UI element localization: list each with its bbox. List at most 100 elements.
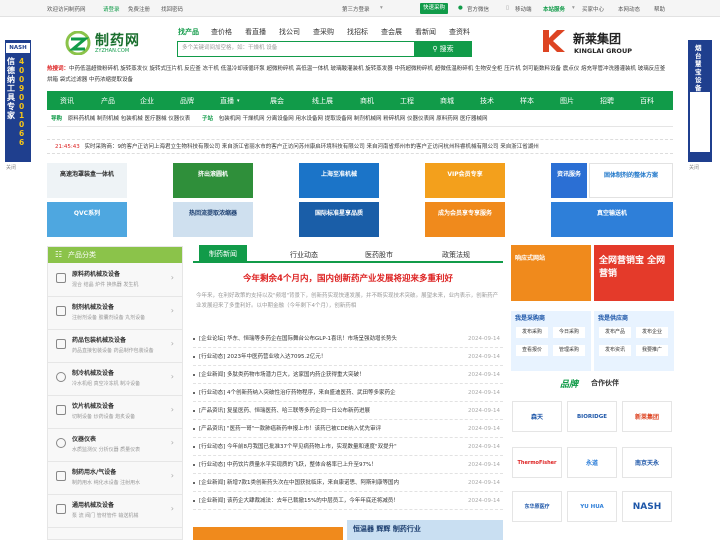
brand-logo-yuhua[interactable]: YU HUA — [567, 491, 617, 522]
category-item[interactable]: 制冷机械及设备 冷水机组 真空冷冻机 制冷设备 › — [48, 363, 182, 396]
news-title[interactable]: [产品资讯] "医药一哥"一款肺癌新药申报上市！该药已被CDE纳入优先审评 — [199, 420, 454, 438]
tab-industry[interactable]: 行业动态 — [290, 250, 318, 260]
third-party-login[interactable]: 第三方登录 — [342, 5, 370, 13]
left-ad-close[interactable]: 关闭 — [6, 164, 16, 171]
category-item-sub[interactable]: 注射剂设备 胶囊剂设备 丸剂设备 — [72, 314, 145, 321]
help-link[interactable]: 帮助 — [654, 5, 665, 13]
category-item[interactable]: 仪器仪表 水质监测仪 分析仪器 质量仪表 › — [48, 429, 182, 462]
list-item[interactable]: [行业动态] 今年前8月我国已批准37个罕见病药物上市，实现数量和速度"双提升"… — [193, 438, 503, 456]
search-tab-expo[interactable]: 查会展 — [381, 27, 402, 37]
list-item[interactable]: [产品资讯] 复星医药、恒瑞医药、哈三联等多药企同一日公布新药进展 2024-09… — [193, 402, 503, 420]
headline-news[interactable]: 今年剩余4个月内，国内创新药产业发展将迎来多重利好 — [193, 272, 503, 284]
brand-logo-sentian[interactable]: 森天 — [512, 401, 562, 432]
nav-item-expo[interactable]: 展会 — [270, 96, 284, 106]
news-title[interactable]: [企业新闻] 该药企大肆裁减法：去年已裁撤15%的中层员工，今年年底还将减员！ — [199, 492, 454, 510]
banner-thermostat[interactable]: 恒温器 辉辉 制药行业 — [347, 520, 503, 540]
left-float-ad[interactable]: NASH 信德纳工具专家 4009001066 — [5, 40, 31, 162]
search-tab-docs[interactable]: 查资料 — [449, 27, 470, 37]
news-title[interactable]: [企业论坛] 华东、恒瑞等多药企在国际舞台公布GLP-1喜讯！市场呈强劲增长势头 — [199, 330, 454, 348]
category-item[interactable]: 饮片机械及设备 切制设备 炒药设备 炮炙设备 › — [48, 396, 182, 429]
post-company-button[interactable]: 发布企业 — [636, 327, 668, 338]
banner-vacuum-conveyor[interactable]: 真空输送机 — [551, 202, 673, 237]
brand-logo-thermofisher[interactable]: ThermoFisher — [512, 447, 562, 478]
tab-policy[interactable]: 政策法规 — [442, 250, 470, 260]
post-purchase-button[interactable]: 发布采购 — [516, 327, 548, 338]
category-item[interactable]: 通用机械及设备泵 流 阀门 管材管件 输送机械 › — [48, 495, 182, 528]
news-title[interactable]: [行业动态] 今年前8月我国已批准37个罕见病药物上市，实现数量和速度"双提升" — [199, 438, 454, 456]
banner-extruder[interactable]: 挤出滚圆机 — [173, 163, 253, 198]
search-tab-products[interactable]: 找产品 — [178, 27, 199, 37]
category-item-sub[interactable]: 制药用水 纯化水设备 注射用水 — [72, 479, 140, 486]
news-link[interactable]: 本网动态 — [618, 5, 640, 13]
find-password-link[interactable]: 找回密码 — [161, 5, 183, 13]
category-item[interactable]: 制剂机械及设备 注射剂设备 胶囊剂设备 丸剂设备 › — [48, 297, 182, 330]
brand-logo-donghuayuan[interactable]: 东华原医疗 — [512, 491, 562, 522]
banner-vip-member[interactable]: VIP会员专享 — [425, 163, 505, 198]
search-tab-company[interactable]: 找公司 — [279, 27, 300, 37]
nav-item-news[interactable]: 资讯 — [60, 96, 74, 106]
today-purchase-button[interactable]: 今日采购 — [553, 327, 585, 338]
list-item[interactable]: [企业新闻] 该药企大肆裁减法：去年已裁撤15%的中层员工，今年年底还将减员！ 2… — [193, 492, 503, 510]
list-item[interactable]: [行业动态] 4个创新药纳入突破性治疗药物程序，来自盛迪医药、武田等多家药企 20… — [193, 384, 503, 402]
brand-logo-nash[interactable]: NASH — [622, 491, 672, 522]
quick-buy-button[interactable]: 快速采购 — [420, 3, 449, 14]
mobile-link[interactable]: 移动端 — [515, 5, 532, 13]
substation-links[interactable]: 包装机网 干燥机网 分离设备网 用水设备网 提取设备网 制剂机械网 粉碎机网 仪… — [219, 116, 488, 122]
nav-item-business[interactable]: 商机 — [360, 96, 374, 106]
banner-intl-standard[interactable]: 国际标准星享品质 — [299, 202, 379, 237]
nav-item-products[interactable]: 产品 — [101, 96, 115, 106]
nav-item-jobs[interactable]: 招聘 — [600, 96, 614, 106]
category-item-sub[interactable]: 药品直接包装设备 药品制作包装设备 — [72, 347, 154, 354]
hot-keywords[interactable]: 热搜词：中药低温超微粉碎机 旋转蒸发仪 旋转式压片机 反应釜 冻干机 低温冷却液… — [47, 64, 667, 88]
post-product-button[interactable]: 发布产品 — [599, 327, 631, 338]
manage-purchase-button[interactable]: 管理采购 — [553, 345, 585, 356]
list-item[interactable]: [产品资讯] "医药一哥"一款肺癌新药申报上市！该药已被CDE纳入优先审评 202… — [193, 420, 503, 438]
search-tab-purchase[interactable]: 查采购 — [313, 27, 334, 37]
nav-item-tech[interactable]: 技术 — [480, 96, 494, 106]
purchase-ticker[interactable]: 21:45:43 实时采购商：9的客户正访问上海君立生物科技有限公司 来自浙江省… — [47, 139, 673, 154]
login-link[interactable]: 请登录 — [103, 5, 120, 13]
search-tab-news[interactable]: 看新闻 — [415, 27, 436, 37]
search-tab-tender[interactable]: 找招标 — [347, 27, 368, 37]
nav-item-engineering[interactable]: 工程 — [400, 96, 414, 106]
nav-item-live[interactable]: 直播 — [220, 96, 234, 106]
brand-ad-name[interactable]: 新莱集团 — [573, 30, 621, 47]
nav-item-online-expo[interactable]: 线上展 — [312, 96, 333, 106]
tab-stocks[interactable]: 医药股市 — [365, 250, 393, 260]
banner-solid-solution[interactable]: 固体制剂的整体方案 — [589, 163, 673, 198]
news-title[interactable]: [行业动态] 中药饮片质量水平实现质的飞跃，整体合格率已上升至97%！ — [199, 456, 454, 474]
category-item[interactable]: 药品包装机械及设备 药品直接包装设备 药品制作包装设备 › — [48, 330, 182, 363]
banner-info-service[interactable]: 资讯服务 — [551, 163, 587, 198]
right-ad-close[interactable]: 关闭 — [689, 164, 699, 171]
wechat-link[interactable]: 官方微信 — [467, 5, 489, 13]
service-link[interactable]: 本站服务 — [543, 5, 565, 13]
category-item-title[interactable]: 通用机械及设备 — [72, 500, 114, 509]
nav-item-companies[interactable]: 企业 — [140, 96, 154, 106]
nav-item-images[interactable]: 图片 — [560, 96, 574, 106]
category-item-title[interactable]: 饮片机械及设备 — [72, 401, 114, 410]
search-tab-price[interactable]: 查价格 — [211, 27, 232, 37]
banner-reflux-extractor[interactable]: 热回流提取浓缩器 — [173, 202, 253, 237]
right-float-ad[interactable]: 烟台慧宝设备 — [688, 40, 712, 162]
news-title[interactable]: [企业新闻] 多肽类药物市场潜力巨大，这家国内药企获得重大突破！ — [199, 366, 454, 384]
category-item-sub[interactable]: 冷水机组 真空冷冻机 制冷设备 — [72, 380, 140, 387]
category-item-title[interactable]: 制冷机械及设备 — [72, 368, 114, 377]
nav-item-wiki[interactable]: 百科 — [640, 96, 654, 106]
category-item-sub[interactable]: 混合 结晶 炉件 换热器 发生机 — [72, 281, 138, 288]
category-item-title[interactable]: 制剂机械及设备 — [72, 302, 114, 311]
brand-logo-bioridge[interactable]: BIORIDGE — [567, 401, 617, 432]
kinglai-logo[interactable] — [541, 28, 569, 54]
post-news-button[interactable]: 发布资讯 — [599, 345, 631, 356]
list-item[interactable]: [行业动态] 中药饮片质量水平实现质的飞跃，整体合格率已上升至97%！ 2024-… — [193, 456, 503, 474]
category-item-title[interactable]: 药品包装机械及设备 — [72, 335, 126, 344]
ad-marketing[interactable]: 全网营销宝 全网营销 — [594, 245, 674, 301]
category-item[interactable]: 制药用水/气设备 制药用水 纯化水设备 注射用水 › — [48, 462, 182, 495]
search-button[interactable]: ⚲ 搜索 — [414, 41, 472, 57]
brand-logo-kinglai[interactable]: 新莱集团 — [622, 401, 672, 432]
brand-logo-nanjing-tianyong[interactable]: 南京天永 — [622, 447, 672, 478]
banner-qvc[interactable]: QVC系列 — [47, 202, 127, 237]
ticker-text[interactable]: 实时采购商：9的客户正访问上海君立生物科技有限公司 来自浙江省丽水市的客户正访问… — [84, 144, 538, 150]
guide-links[interactable]: 原料药机械 制剂机械 包装机械 医疗器械 仪器仪表 — [68, 116, 191, 122]
category-item-title[interactable]: 仪器仪表 — [72, 434, 96, 443]
news-title[interactable]: [行业动态] 4个创新药纳入突破性治疗药物程序，来自盛迪医药、武田等多家药企 — [199, 384, 454, 402]
